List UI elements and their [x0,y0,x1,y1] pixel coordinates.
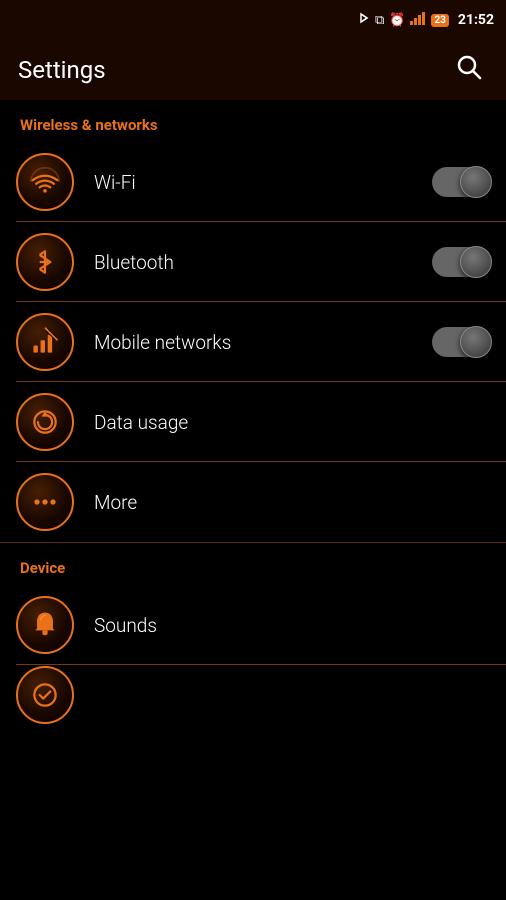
vibrate-status-icon: ⧉ [375,13,384,28]
status-time: 21:52 [458,12,494,28]
settings-item-datausage[interactable]: Data usage [0,382,506,462]
mobile-toggle[interactable] [432,327,490,357]
wifi-toggle[interactable] [432,167,490,197]
wifi-label: Wi-Fi [94,171,432,194]
alarm-status-icon: ⏰ [389,13,405,28]
datausage-label: Data usage [94,411,490,434]
mobile-icon-circle [16,313,74,371]
section-wireless: Wireless & networks Wi-Fi [0,100,506,542]
signal-status-icon [410,11,426,29]
wifi-icon-circle [16,153,74,211]
bluetooth-label: Bluetooth [94,251,432,274]
bluetooth-icon-circle [16,233,74,291]
battery-badge: 23 [431,14,448,27]
sounds-icon-circle [16,596,74,654]
mobile-label: Mobile networks [94,331,432,354]
datausage-icon-circle [16,393,74,451]
settings-item-mobile[interactable]: Mobile networks [0,302,506,382]
bluetooth-toggle[interactable] [432,247,490,277]
status-bar: ⧉ ⏰ 23 21:52 [0,0,506,40]
settings-item-sounds[interactable]: Sounds [0,585,506,665]
bluetooth-toggle-thumb [460,246,492,278]
settings-item-bluetooth[interactable]: Bluetooth [0,222,506,302]
section-device: Device Sounds [0,543,506,725]
settings-item-wifi[interactable]: Wi-Fi [0,142,506,222]
page-title: Settings [18,56,106,84]
mobile-toggle-thumb [460,326,492,358]
bluetooth-status-icon [358,10,370,30]
more-icon-circle [16,473,74,531]
section-header-device: Device [0,543,506,585]
partial-icon-circle [16,666,74,724]
section-header-wireless: Wireless & networks [0,100,506,142]
search-button[interactable] [450,48,488,93]
section-divider [0,542,506,543]
settings-item-partial[interactable] [0,665,506,725]
wifi-toggle-thumb [460,166,492,198]
status-icons: ⧉ ⏰ 23 21:52 [358,10,494,30]
sounds-label: Sounds [94,614,490,637]
settings-item-more[interactable]: More [0,462,506,542]
more-label: More [94,491,490,514]
app-bar: Settings [0,40,506,100]
